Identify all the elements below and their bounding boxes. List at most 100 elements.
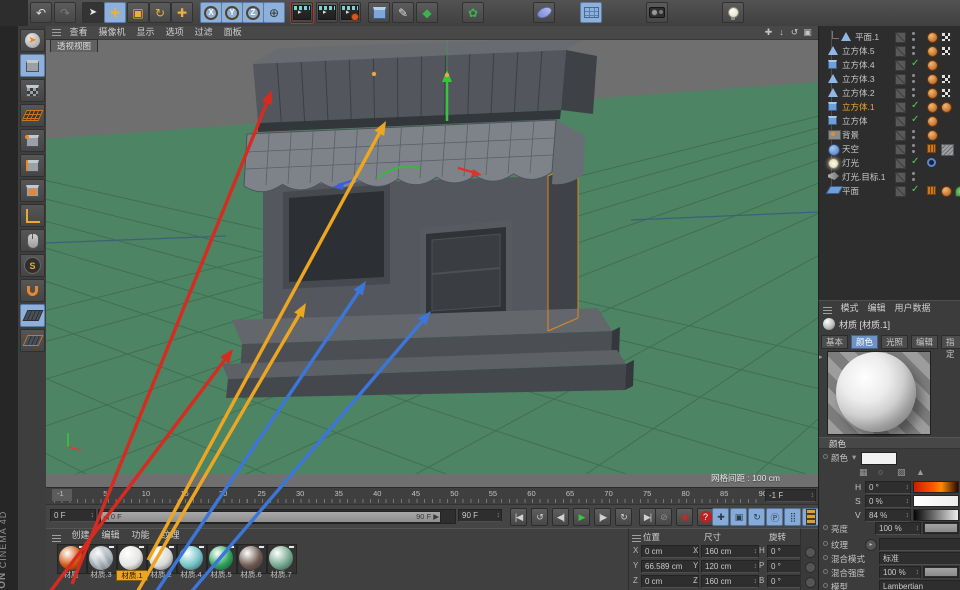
add-generator-icon[interactable]: ◆ [416,2,438,23]
spectrum-picker-icon[interactable]: ▲ [916,467,925,477]
texture-browse-button[interactable]: ▸ [865,539,877,551]
hsv-field-V[interactable]: 84 %↕ [865,509,911,522]
object-row-灯光[interactable]: 灯光✓ [819,156,960,170]
visibility-dots-icon[interactable] [911,171,916,183]
attribute-menu-icon[interactable] [823,307,832,314]
scale-tool-icon[interactable]: ▣ [127,2,149,23]
coord-field-1-X[interactable]: 160 cm↕ [701,545,759,558]
object-row-立方体.2[interactable]: 立方体.2 [819,86,960,100]
target-tag-icon[interactable] [927,158,936,167]
visibility-dots-icon[interactable] [911,143,916,155]
add-camera-icon[interactable] [646,2,668,23]
visibility-dots-icon[interactable] [911,31,916,43]
visibility-dots-icon[interactable] [911,87,916,99]
tab-基本[interactable]: 基本 [821,335,848,349]
viewport-menu-0[interactable]: 查看 [70,26,88,39]
object-row-立方体.4[interactable]: 立方体.4✓ [819,58,960,72]
current-frame-field[interactable]: 0 F↕ [50,509,96,522]
play-button[interactable]: ▶ [573,508,590,526]
layer-square[interactable] [895,172,906,183]
visibility-dots-icon[interactable] [911,45,916,57]
object-row-灯光.目标.1[interactable]: 灯光.目标.1 [819,170,960,184]
add-environment-icon[interactable] [580,2,602,23]
color-expand-icon[interactable]: ▾ [852,452,856,463]
layer-square[interactable] [895,74,906,85]
coord-field-1-Z[interactable]: 160 cm↕ [701,575,759,588]
attr-menu-1[interactable]: 编辑 [867,301,885,315]
tab-光照[interactable]: 光照 [881,335,908,349]
record-pla-button[interactable]: ⣿ [784,508,801,526]
material-menu-2[interactable]: 功能 [131,529,149,542]
material-menu-1[interactable]: 编辑 [101,529,119,542]
tab-颜色[interactable]: 颜色 [851,335,878,349]
uvw-tag-icon[interactable] [941,46,951,56]
texture-field[interactable] [879,538,960,551]
hsv-bar-V[interactable] [913,509,959,521]
enabled-check-icon[interactable]: ✓ [911,184,919,195]
brightness-anim-dot[interactable] [823,525,828,530]
lock-workplane-icon[interactable] [20,329,45,352]
redo-icon[interactable]: ↷ [54,2,76,23]
uvw-tag-icon[interactable] [941,88,951,98]
tab-编辑[interactable]: 编辑 [911,335,938,349]
viewport-menu-3[interactable]: 选项 [166,26,184,39]
layer-square[interactable] [895,102,906,113]
compositing-tag-icon[interactable] [927,186,936,195]
visibility-dots-icon[interactable] [911,129,916,141]
viewport-zoom-icon[interactable]: ↓ [775,26,788,39]
mixmode-anim-dot[interactable] [823,555,828,560]
add-spline-icon[interactable]: ✎ [392,2,414,23]
grass-tag-icon[interactable] [955,186,960,197]
object-row-立方体.3[interactable]: 立方体.3 [819,72,960,86]
layer-square[interactable] [895,158,906,169]
next-frame-button[interactable]: |▶ [594,508,611,526]
viewport-menu-5[interactable]: 面板 [224,26,242,39]
material-tag-icon[interactable] [941,186,952,197]
add-cube-icon[interactable] [368,2,390,23]
mix-strength-field[interactable]: 100 %↕ [879,566,921,579]
frame-range-slider[interactable]: ◀ 0 F 90 F ▶ [98,509,456,524]
autokey-button[interactable]: ◉ [676,508,693,526]
lock-y-icon[interactable] [805,562,816,573]
viewport-canvas[interactable] [46,39,818,487]
frame-offset-field[interactable]: -1 F↕ [765,489,816,502]
record-parameter-button[interactable]: Ⓟ [766,508,783,526]
play-reverse-button[interactable]: ↺ [531,508,548,526]
model-anim-dot[interactable] [823,583,828,588]
render-picture-viewer-icon[interactable] [316,2,338,23]
material-tag-icon[interactable] [927,88,938,99]
layer-square[interactable] [895,32,906,43]
object-row-背景[interactable]: 背景 [819,128,960,142]
undo-icon[interactable]: ↶ [30,2,52,23]
polygons-mode-icon[interactable] [20,179,45,202]
enabled-check-icon[interactable]: ✓ [911,114,919,125]
uvw-tag-icon[interactable] [941,74,951,84]
sketch-tag-icon[interactable] [941,144,954,156]
viewport-menu-icon[interactable] [52,29,61,36]
coordinate-system-icon[interactable]: ⊕ [263,2,285,23]
y-axis-lock-icon[interactable]: Y [221,2,243,23]
cursor-select-icon[interactable]: ➤ [82,2,104,23]
material-tag-icon[interactable] [927,46,938,57]
lock-x-icon[interactable] [805,547,816,558]
layer-square[interactable] [895,60,906,71]
object-row-天空[interactable]: 天空 [819,142,960,156]
wheel-picker-icon[interactable]: ○ [878,467,883,477]
attr-menu-0[interactable]: 模式 [840,301,858,315]
axis-mode-icon[interactable] [20,204,45,227]
add-light-icon[interactable] [722,2,744,23]
uv-mode-icon[interactable] [20,104,45,127]
texture-anim-dot[interactable] [823,541,828,546]
mixstrength-anim-dot[interactable] [823,569,828,574]
viewport-menu-2[interactable]: 显示 [137,26,155,39]
viewport-tab[interactable]: 透视视图 [50,39,98,52]
attr-menu-2[interactable]: 用户数据 [894,301,930,315]
color-swatch[interactable] [861,452,897,465]
viewport-rotate-icon[interactable]: ↺ [788,26,801,39]
viewport-toggle-icon[interactable]: ▣ [801,26,814,39]
mix-mode-dropdown[interactable]: 标准 [879,552,960,565]
mix-strength-slider[interactable] [923,566,959,578]
coord-field-0-X[interactable]: 0 cm↕ [641,545,699,558]
material-tag-icon[interactable] [941,102,952,113]
record-keyframe-button[interactable]: ⊘ [655,508,672,526]
